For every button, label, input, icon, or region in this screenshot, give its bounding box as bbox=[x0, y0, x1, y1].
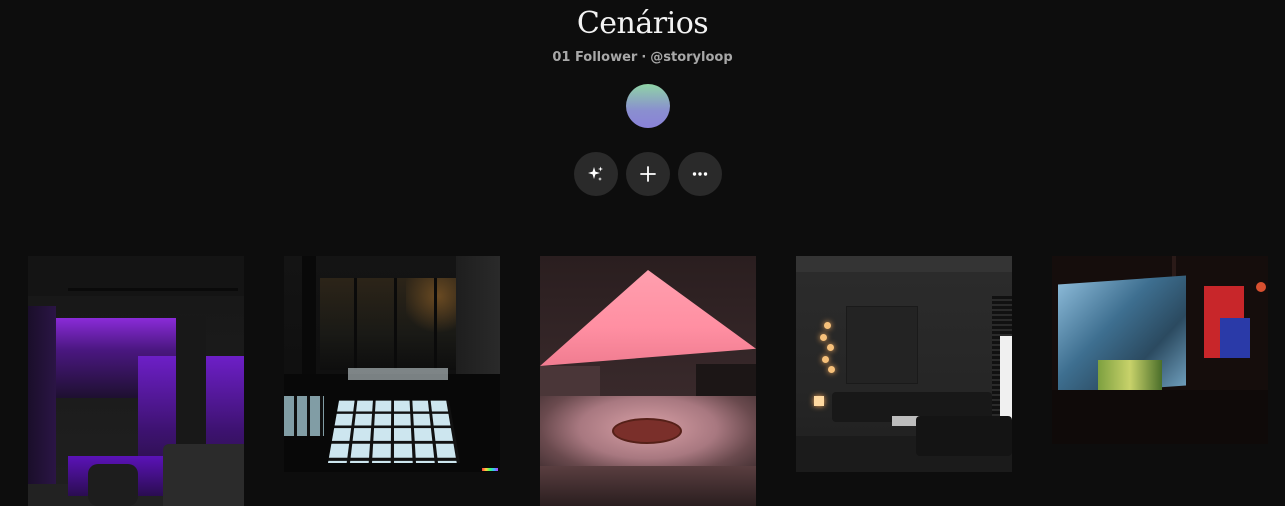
board-actions bbox=[574, 152, 722, 196]
image-card-glowing-floor[interactable] bbox=[284, 256, 500, 472]
thumb-detail bbox=[612, 418, 682, 444]
add-button[interactable] bbox=[626, 152, 670, 196]
thumb-detail bbox=[1220, 318, 1250, 358]
thumb-detail bbox=[163, 444, 244, 506]
board-page: Cenários 01 Follower · @storyloop bbox=[0, 0, 1285, 506]
thumb-detail bbox=[916, 416, 1012, 456]
followers-count[interactable]: 01 Follower bbox=[552, 50, 637, 65]
thumb-detail bbox=[827, 344, 834, 351]
plus-icon bbox=[640, 166, 656, 182]
thumb-detail bbox=[1052, 390, 1268, 444]
board-meta: 01 Follower · @storyloop bbox=[0, 50, 1285, 65]
image-card-pink-lounge[interactable] bbox=[540, 256, 756, 506]
thumb-detail bbox=[348, 368, 448, 380]
thumb-detail bbox=[846, 306, 918, 384]
thumb-detail bbox=[354, 278, 357, 370]
owner-handle[interactable]: @storyloop bbox=[650, 50, 732, 65]
thumb-detail bbox=[284, 396, 324, 436]
image-card-grey-living-room[interactable] bbox=[796, 256, 1012, 472]
sparkle-icon bbox=[588, 166, 603, 181]
thumb-detail bbox=[1256, 282, 1266, 292]
thumb-detail bbox=[394, 278, 397, 370]
thumb-detail bbox=[28, 306, 56, 506]
thumb-detail bbox=[820, 334, 827, 341]
meta-separator: · bbox=[641, 50, 647, 65]
thumb-detail bbox=[820, 322, 836, 374]
thumb-detail bbox=[828, 366, 835, 373]
thumb-detail bbox=[540, 270, 756, 366]
thumb-detail bbox=[1000, 336, 1012, 426]
thumb-detail bbox=[822, 356, 829, 363]
thumb-detail bbox=[88, 464, 138, 506]
image-card-purple-room[interactable] bbox=[28, 256, 244, 506]
sparkle-button[interactable] bbox=[574, 152, 618, 196]
thumb-detail bbox=[1098, 360, 1162, 394]
thumb-detail bbox=[68, 288, 238, 291]
thumb-detail bbox=[482, 468, 498, 471]
board-title: Cenários bbox=[576, 6, 709, 41]
more-icon bbox=[692, 172, 708, 176]
thumb-detail bbox=[327, 400, 461, 464]
owner-avatar[interactable] bbox=[626, 84, 670, 128]
thumb-detail bbox=[814, 396, 824, 406]
thumb-detail bbox=[540, 466, 756, 506]
thumb-detail bbox=[434, 278, 437, 370]
more-options-button[interactable] bbox=[678, 152, 722, 196]
thumb-detail bbox=[824, 322, 831, 329]
thumb-detail bbox=[796, 256, 1012, 272]
image-card-abstract-installation[interactable] bbox=[1052, 256, 1268, 444]
